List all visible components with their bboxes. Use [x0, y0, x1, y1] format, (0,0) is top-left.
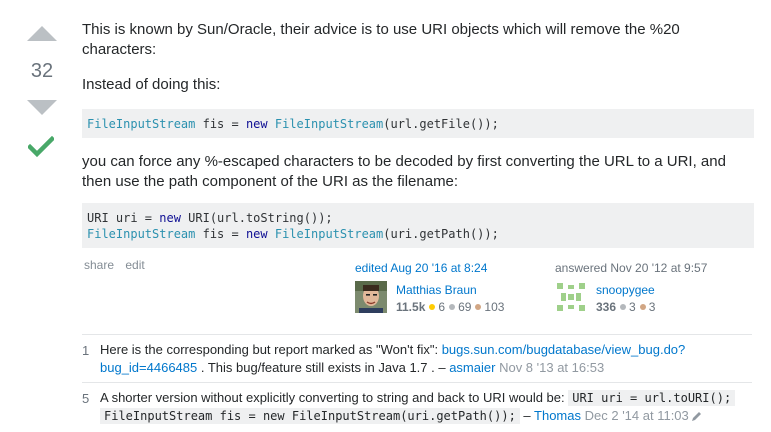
share-link[interactable]: share: [84, 258, 114, 272]
answer-paragraph: This is known by Sun/Oracle, their advic…: [82, 21, 680, 58]
code-token: URI(url.toString());: [180, 211, 333, 225]
silver-badge-count: 69: [458, 300, 472, 314]
post-menu: share edit: [84, 258, 153, 272]
code-token: FileInputStream: [87, 227, 196, 241]
avatar[interactable]: [355, 281, 387, 313]
answered-time: answered Nov 20 '12 at 9:57: [555, 261, 708, 275]
bronze-badge-count: 3: [648, 300, 656, 314]
answer-paragraph: you can force any %-escaped characters t…: [82, 153, 726, 190]
inline-code: URI uri = url.toURI();: [568, 390, 736, 406]
edit-link[interactable]: edit: [125, 258, 144, 272]
comment-body: A shorter version without explicitly con…: [100, 389, 752, 425]
code-token: URI uri =: [87, 211, 160, 225]
comment-date[interactable]: Dec 2 '14 at 11:03: [585, 408, 689, 423]
comment-body: Here is the corresponding but report mar…: [100, 341, 752, 377]
silver-badge-icon: [620, 304, 627, 311]
vote-count: 32: [30, 60, 54, 82]
silver-badge-count: 3: [629, 300, 636, 314]
pencil-icon: [691, 412, 701, 422]
comment-score: 5: [82, 391, 90, 406]
comment-score: 1: [82, 343, 90, 358]
comment-user-link[interactable]: asmaier: [449, 360, 495, 375]
inline-code: FileInputStream fis = new FileInputStrea…: [100, 408, 520, 424]
edited-signature: edited Aug 20 '16 at 8:24 Matthias Braun…: [355, 261, 545, 315]
gold-badge-count: 6: [438, 300, 446, 314]
comment-item: 5 A shorter version without explicitly c…: [82, 382, 752, 430]
edited-time-link[interactable]: edited Aug 20 '16 at 8:24: [355, 261, 545, 275]
user-reputation: 11.5k 6 69 103: [396, 300, 504, 314]
code-token: FileInputStream: [274, 117, 384, 131]
comment-item: 1 Here is the corresponding but report m…: [82, 334, 752, 382]
code-token: (url.getFile());: [383, 117, 499, 131]
code-token: FileInputStream: [274, 227, 384, 241]
comment-text: . This bug/feature still exists in Java …: [197, 360, 450, 375]
bronze-badge-icon: [475, 304, 482, 311]
code-token: new: [245, 227, 268, 241]
upvote-arrow-icon[interactable]: [27, 26, 57, 41]
comment-user-link[interactable]: Thomas: [534, 408, 581, 423]
user-name-link[interactable]: Matthias Braun: [396, 283, 477, 297]
reputation-score: 336: [596, 300, 617, 314]
reputation-score: 11.5k: [396, 300, 426, 314]
downvote-arrow-icon[interactable]: [27, 100, 57, 115]
bronze-badge-icon: [639, 304, 646, 311]
comment-date[interactable]: Nov 8 '13 at 16:53: [499, 360, 604, 375]
accepted-check-icon: [28, 136, 54, 158]
answer-body: This is known by Sun/Oracle, their advic…: [82, 20, 754, 248]
comments-list: 1 Here is the corresponding but report m…: [82, 334, 752, 430]
comment-text: Here is the corresponding but report mar…: [100, 342, 442, 357]
comment-text: –: [519, 408, 535, 423]
code-token: FileInputStream: [87, 117, 196, 131]
code-block: URI uri = new URI(url.toString()); FileI…: [82, 203, 754, 248]
comment-text: A shorter version without explicitly con…: [100, 390, 569, 405]
code-token: fis =: [195, 227, 246, 241]
user-name-link[interactable]: snoopygee: [596, 283, 655, 297]
user-reputation: 336 3 3: [596, 300, 655, 314]
code-block: FileInputStream fis = new FileInputStrea…: [82, 109, 754, 138]
code-token: new: [245, 117, 268, 131]
code-token: (uri.getPath());: [383, 227, 499, 241]
answer-paragraph: Instead of doing this:: [82, 76, 221, 93]
avatar[interactable]: [555, 281, 587, 313]
silver-badge-icon: [449, 304, 456, 311]
bronze-badge-count: 103: [484, 300, 505, 314]
code-token: fis =: [195, 117, 246, 131]
gold-badge-icon: [429, 304, 436, 311]
code-token: new: [159, 211, 181, 225]
answered-signature: answered Nov 20 '12 at 9:57 snoopygee 33…: [555, 261, 745, 315]
